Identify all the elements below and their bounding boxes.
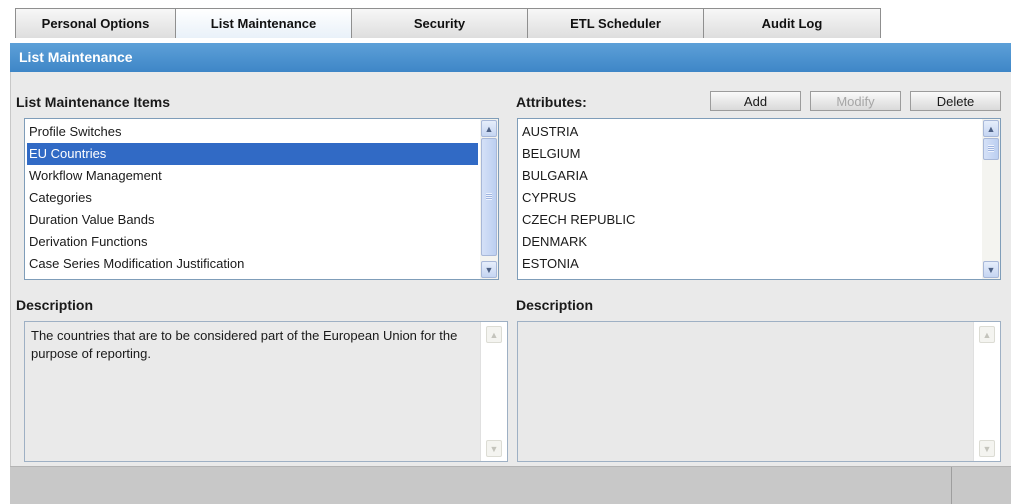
tab-etl-scheduler[interactable]: ETL Scheduler	[528, 8, 704, 38]
chevron-up-icon[interactable]: ▲	[481, 120, 497, 137]
attribute-item[interactable]: BELGIUM	[520, 143, 980, 165]
list-item-case-series-modification-justification[interactable]: Case Series Modification Justification	[27, 253, 478, 275]
tab-audit-log[interactable]: Audit Log	[704, 8, 881, 38]
scroll-thumb[interactable]	[481, 138, 497, 256]
chevron-down-icon[interactable]: ▼	[481, 261, 497, 278]
description-heading-right: Description	[516, 297, 594, 313]
description-heading-left: Description	[16, 297, 94, 313]
attribute-item[interactable]: DENMARK	[520, 231, 980, 253]
description-scrollbar-left[interactable]: ▲ ▼	[480, 322, 507, 461]
app-window: Personal Options List Maintenance Securi…	[0, 0, 1011, 504]
tab-personal-options[interactable]: Personal Options	[15, 8, 176, 38]
footer-bar	[10, 466, 1011, 504]
list-item-categories[interactable]: Categories	[27, 187, 478, 209]
chevron-up-icon[interactable]: ▲	[486, 326, 502, 343]
chevron-up-icon[interactable]: ▲	[983, 120, 999, 137]
delete-button[interactable]: Delete	[910, 91, 1001, 111]
attribute-item[interactable]: CYPRUS	[520, 187, 980, 209]
attributes-heading: Attributes:	[516, 94, 587, 110]
scroll-thumb[interactable]	[983, 138, 999, 160]
attribute-item[interactable]: BULGARIA	[520, 165, 980, 187]
list-maintenance-items-listbox[interactable]: Profile Switches EU Countries Workflow M…	[24, 118, 499, 280]
tab-security[interactable]: Security	[352, 8, 528, 38]
chevron-down-icon[interactable]: ▼	[486, 440, 502, 457]
attribute-item[interactable]: AUSTRIA	[520, 121, 980, 143]
list-items-heading: List Maintenance Items	[16, 94, 171, 110]
attribute-item[interactable]: CZECH REPUBLIC	[520, 209, 980, 231]
attribute-item[interactable]: ESTONIA	[520, 253, 980, 275]
description-text: The countries that are to be considered …	[31, 328, 458, 361]
attributes-scrollbar[interactable]: ▲ ▼	[982, 119, 1000, 279]
list-item-derivation-functions[interactable]: Derivation Functions	[27, 231, 478, 253]
chevron-down-icon[interactable]: ▼	[983, 261, 999, 278]
footer-divider	[951, 467, 952, 504]
description-scrollbar-right[interactable]: ▲ ▼	[973, 322, 1000, 461]
modify-button[interactable]: Modify	[810, 91, 901, 111]
list-item-duration-value-bands[interactable]: Duration Value Bands	[27, 209, 478, 231]
page-title-bar: List Maintenance	[10, 43, 1011, 72]
list-item-workflow-management[interactable]: Workflow Management	[27, 165, 478, 187]
add-button[interactable]: Add	[710, 91, 801, 111]
list-item-profile-switches[interactable]: Profile Switches	[27, 121, 478, 143]
list-items-scrollbar[interactable]: ▲ ▼	[480, 119, 498, 279]
attributes-listbox[interactable]: AUSTRIA BELGIUM BULGARIA CYPRUS CZECH RE…	[517, 118, 1001, 280]
chevron-down-icon[interactable]: ▼	[979, 440, 995, 457]
page-title: List Maintenance	[19, 49, 133, 65]
list-item-eu-countries[interactable]: EU Countries	[27, 143, 478, 165]
description-textarea-right[interactable]: ▲ ▼	[517, 321, 1001, 462]
chevron-up-icon[interactable]: ▲	[979, 326, 995, 343]
tab-bar: Personal Options List Maintenance Securi…	[15, 8, 881, 38]
tab-list-maintenance[interactable]: List Maintenance	[176, 8, 352, 38]
description-textarea-left[interactable]: The countries that are to be considered …	[24, 321, 508, 462]
